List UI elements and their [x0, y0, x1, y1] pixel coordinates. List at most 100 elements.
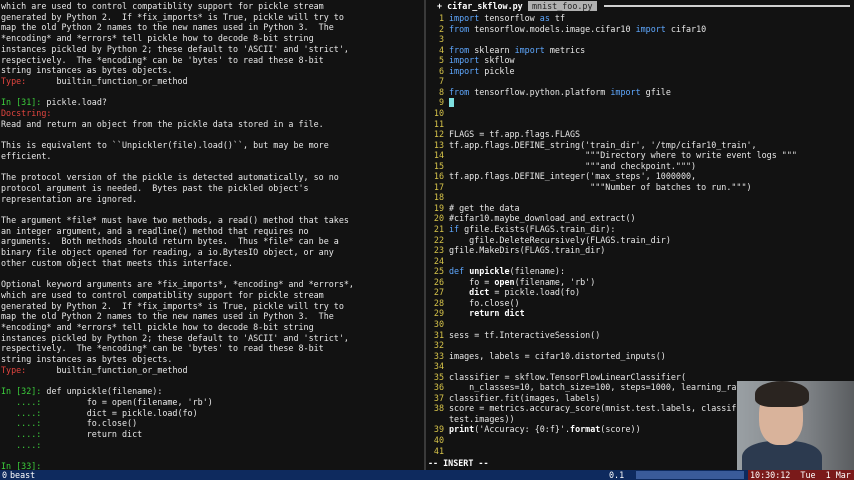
line-number: 29 — [433, 308, 444, 319]
code-token: cifar10 — [665, 23, 707, 34]
code-token: # get the data — [449, 202, 520, 213]
code-line[interactable]: 29 return dict — [426, 308, 854, 319]
code-token: return — [469, 308, 500, 319]
code-line[interactable]: 28 fo.close() — [426, 298, 854, 309]
code-line[interactable]: 33 images, labels = cifar10.distorted_inp… — [426, 351, 854, 362]
code-token: import — [610, 86, 641, 97]
ipython-terminal[interactable]: which are used to control compatiblity s… — [0, 0, 424, 470]
code-line[interactable]: 24 — [426, 256, 854, 267]
code-token: sess = tf.InteractiveSession() — [449, 329, 601, 340]
terminal-text: This is equivalent to ``Unpickler(file).… — [1, 140, 329, 151]
code-line[interactable]: 10 — [426, 108, 854, 119]
terminal-text: builtin_function_or_method — [26, 364, 188, 375]
code-line[interactable]: 13 tf.app.flags.DEFINE_string('train_dir'… — [426, 140, 854, 151]
line-number: 11 — [433, 118, 444, 129]
terminal-text: arguments. Both methods should return by… — [1, 236, 339, 247]
code-line[interactable]: 22 gfile.DeleteRecursively(FLAGS.train_d… — [426, 235, 854, 246]
terminal-line: generated by Python 2. If *fix_imports* … — [1, 12, 344, 23]
window-name[interactable]: beast — [10, 470, 35, 480]
line-number: 30 — [433, 318, 444, 329]
code-line[interactable]: 30 — [426, 319, 854, 330]
terminal-line: string instances as bytes objects. — [1, 65, 172, 76]
line-number: 4 — [438, 44, 444, 55]
terminal-text: which are used to control compatiblity s… — [1, 289, 324, 300]
code-token: import — [449, 65, 480, 76]
code-line[interactable]: 16 tf.app.flags.DEFINE_integer('max_steps… — [426, 171, 854, 182]
code-line[interactable]: 9 — [426, 97, 854, 108]
code-token: dict — [469, 287, 490, 298]
terminal-line: instances pickled by Python 2; these def… — [1, 44, 349, 55]
code-line[interactable]: 11 — [426, 119, 854, 130]
editor-tabbar: + cifar_skflow.py mnist_foo.py — [426, 0, 854, 12]
code-line[interactable]: 20 #cifar10.maybe_download_and_extract() — [426, 213, 854, 224]
code-line[interactable]: 34 — [426, 361, 854, 372]
webcam-person-body — [742, 441, 822, 470]
terminal-line: The protocol version of the pickle is de… — [1, 172, 339, 183]
code-line[interactable]: 18 — [426, 192, 854, 203]
tmux-status-bar: 0 beast 0.1 10:30:12 Tue 1 Mar 2016 — [0, 470, 854, 480]
terminal-line: generated by Python 2. If *fix_imports* … — [1, 301, 344, 312]
line-number: 28 — [433, 297, 444, 308]
code-line[interactable]: 3 — [426, 34, 854, 45]
code-token: import — [449, 13, 480, 23]
terminal-line: Read and return an object from the pickl… — [1, 119, 324, 130]
tab-cifar-skflow[interactable]: + cifar_skflow.py — [434, 1, 526, 11]
line-number: 26 — [433, 276, 444, 287]
terminal-line: The argument *file* must have two method… — [1, 215, 349, 226]
code-line[interactable]: 15 """and checkpoint.""") — [426, 161, 854, 172]
terminal-text: instances pickled by Python 2; these def… — [1, 43, 349, 54]
code-line[interactable]: 7 — [426, 76, 854, 87]
terminal-text: Type: — [1, 364, 27, 375]
window-number[interactable]: 0 — [2, 470, 7, 480]
code-line[interactable]: 23 gfile.MakeDirs(FLAGS.train_dir) — [426, 245, 854, 256]
code-line[interactable]: 5 import skflow — [426, 55, 854, 66]
terminal-text: Optional keyword arguments are *fix_impo… — [1, 279, 354, 290]
terminal-text: The protocol version of the pickle is de… — [1, 172, 339, 183]
terminal-line: an integer argument, and a readline() me… — [1, 226, 309, 237]
terminal-text: ....: — [1, 439, 42, 450]
code-line[interactable]: 27 dict = pickle.load(fo) — [426, 287, 854, 298]
code-line[interactable]: 26 fo = open(filename, 'rb') — [426, 277, 854, 288]
terminal-text: map the old Python 2 names to the new na… — [1, 22, 334, 33]
terminal-text: In [ — [1, 386, 22, 397]
code-line[interactable]: 6 import pickle — [426, 66, 854, 77]
code-token: import — [635, 23, 666, 34]
code-token: tensorflow.models.image.cifar10 — [469, 23, 636, 34]
tab-mnist-foo[interactable]: mnist_foo.py — [528, 1, 597, 11]
line-number: 5 — [438, 55, 444, 66]
code-line[interactable]: 14 """Directory where to write event log… — [426, 150, 854, 161]
line-number: 27 — [433, 287, 444, 298]
code-token: """and checkpoint.""") — [449, 160, 697, 171]
code-line[interactable]: 12 FLAGS = tf.app.flags.FLAGS — [426, 129, 854, 140]
code-line[interactable]: 2 from tensorflow.models.image.cifar10 im… — [426, 24, 854, 35]
code-line[interactable]: 31 sess = tf.InteractiveSession() — [426, 330, 854, 341]
terminal-text: *encoding* and *errors* tell pickle how … — [1, 322, 314, 332]
code-token: classifier = skflow.TensorFlowLinearClas… — [449, 371, 686, 382]
terminal-line: In [31]: pickle.load? — [1, 97, 107, 108]
code-line[interactable]: 8 from tensorflow.python.platform import … — [426, 87, 854, 98]
terminal-text: ]: — [31, 461, 47, 470]
code-token: tf.app.flags.DEFINE_integer('max_steps',… — [449, 171, 697, 182]
code-line[interactable]: 32 — [426, 340, 854, 351]
terminal-text: generated by Python 2. If *fix_imports* … — [1, 300, 344, 311]
terminal-text: The argument *file* must have two method… — [1, 215, 349, 225]
code-token: if — [449, 224, 460, 234]
terminal-text: an integer argument, and a readline() me… — [1, 225, 309, 236]
line-number: 40 — [433, 435, 444, 445]
terminal-line: respectively. The *encoding* can be 'byt… — [1, 343, 324, 354]
terminal-line: which are used to control compatiblity s… — [1, 1, 324, 12]
line-number: 8 — [438, 86, 444, 97]
code-line[interactable]: 1 import tensorflow as tf — [426, 13, 854, 24]
line-number: 19 — [433, 202, 444, 213]
code-token: """Number of batches to run.""") — [449, 181, 752, 192]
code-line[interactable]: 4 from sklearn import metrics — [426, 45, 854, 56]
line-number: 41 — [433, 445, 444, 456]
terminal-text: ]: — [31, 97, 47, 108]
line-number: 15 — [433, 160, 444, 171]
code-line[interactable]: 17 """Number of batches to run.""") — [426, 182, 854, 193]
code-token: gfile.DeleteRecursively(FLAGS.train_dir) — [449, 234, 671, 245]
code-line[interactable]: 21 if gfile.Exists(FLAGS.train_dir): — [426, 224, 854, 235]
code-line[interactable]: 25 def unpickle(filename): — [426, 266, 854, 277]
code-token: gfile.MakeDirs(FLAGS.train_dir) — [449, 245, 606, 256]
code-line[interactable]: 19 # get the data — [426, 203, 854, 214]
